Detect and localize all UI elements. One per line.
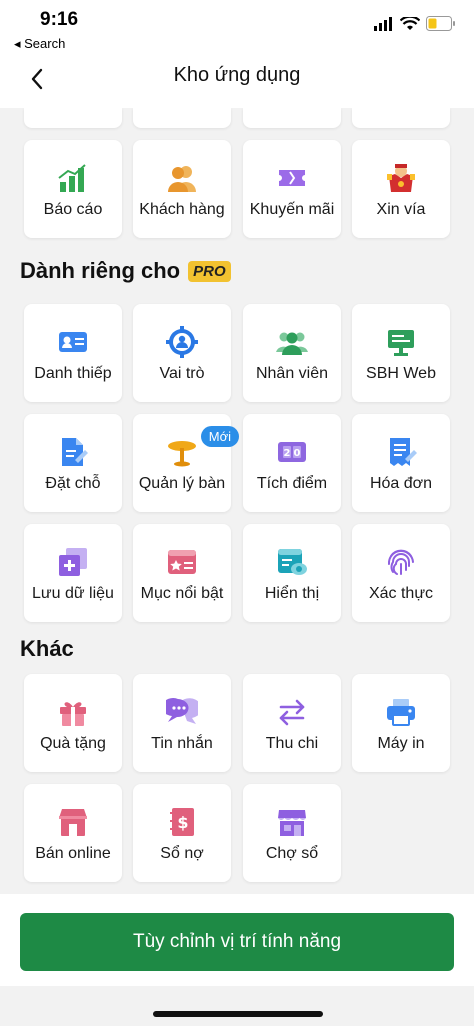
- section-title-pro: Dành riêng cho PRO: [20, 258, 231, 284]
- feature-card-tich-diem[interactable]: 20 Tích điểm: [243, 414, 341, 512]
- chat-icon: [166, 698, 198, 724]
- feature-label: Hiển thị: [264, 585, 320, 602]
- signal-icon: [374, 16, 392, 31]
- feature-card-may-in[interactable]: Máy in: [352, 674, 450, 772]
- god-of-wealth-icon: [387, 164, 415, 192]
- market-icon: [278, 810, 306, 836]
- feature-label: Khuyến mãi: [249, 201, 335, 218]
- feature-label: Thu chi: [265, 735, 319, 752]
- customers-icon: [168, 166, 196, 192]
- svg-text:2: 2: [284, 448, 291, 459]
- feature-card-cho-so[interactable]: Chợ sổ: [243, 784, 341, 882]
- svg-text:$: $: [177, 813, 188, 832]
- feature-label: Xin vía: [376, 201, 426, 218]
- feature-label: Mục nổi bật: [140, 585, 224, 602]
- feature-label: Xác thực: [368, 585, 434, 602]
- featured-icon: [168, 550, 196, 574]
- new-badge: Mới: [200, 426, 239, 447]
- feature-label: Sổ nợ: [160, 845, 204, 862]
- section-title-other: Khác: [20, 636, 74, 662]
- transfer-arrows-icon: [279, 699, 305, 726]
- feature-card-khach-hang[interactable]: Khách hàng: [133, 140, 231, 238]
- feature-card-sbh-web[interactable]: SBH Web: [352, 304, 450, 402]
- feature-label: Lưu dữ liệu: [32, 585, 114, 602]
- page-title: Kho ứng dụng: [173, 64, 301, 86]
- role-gear-icon: [166, 326, 198, 358]
- bottom-action-bar: Tùy chỉnh vị trí tính năng: [0, 894, 474, 986]
- app-store-content[interactable]: Báo cáo Khách hàng Khuyến mãi Xin vía Dà…: [0, 108, 474, 894]
- feature-card-khuyen-mai[interactable]: Khuyến mãi: [243, 140, 341, 238]
- feature-card-bao-cao[interactable]: Báo cáo: [24, 140, 122, 238]
- partial-card[interactable]: [24, 108, 122, 128]
- feature-card-hoa-don[interactable]: Hóa đơn: [352, 414, 450, 512]
- pro-badge: PRO: [188, 260, 231, 282]
- feature-label: Vai trò: [159, 365, 205, 382]
- bar-chart-icon: [58, 164, 86, 192]
- feature-label: Quản lý bàn: [138, 475, 226, 492]
- battery-icon: [426, 16, 455, 31]
- home-indicator[interactable]: [153, 1011, 323, 1017]
- feature-label: Quà tặng: [40, 735, 106, 752]
- feature-card-tin-nhan[interactable]: Tin nhắn: [133, 674, 231, 772]
- table-icon: [168, 441, 196, 467]
- display-eye-icon: [278, 549, 307, 575]
- feature-label: Danh thiếp: [34, 365, 112, 382]
- printer-icon: [387, 699, 415, 726]
- feature-label: Chợ sổ: [265, 845, 319, 862]
- status-icons: [374, 16, 456, 31]
- feature-card-hien-thi[interactable]: Hiển thị: [243, 524, 341, 622]
- feature-label: SBH Web: [366, 365, 436, 382]
- feature-label: Khách hàng: [139, 201, 225, 218]
- ticket-icon: [279, 170, 305, 186]
- partial-card[interactable]: [133, 108, 231, 128]
- feature-label: Bán online: [35, 845, 111, 862]
- web-monitor-icon: [388, 330, 414, 356]
- debt-book-icon: $: [170, 808, 194, 836]
- back-to-search-link[interactable]: ◂ Search: [14, 36, 65, 52]
- feature-label: Máy in: [377, 735, 425, 752]
- feature-label: Đặt chỗ: [45, 475, 101, 492]
- customize-features-button[interactable]: Tùy chỉnh vị trí tính năng: [20, 913, 454, 971]
- feature-card-danh-thiep[interactable]: Danh thiếp: [24, 304, 122, 402]
- feature-label: Tích điểm: [256, 475, 328, 492]
- feature-card-ban-online[interactable]: Bán online: [24, 784, 122, 882]
- svg-text:0: 0: [294, 448, 301, 459]
- feature-card-quan-ly-ban[interactable]: Quản lý bàn Mới: [133, 414, 239, 512]
- partial-card[interactable]: [243, 108, 341, 128]
- feature-card-vai-tro[interactable]: Vai trò: [133, 304, 231, 402]
- status-bar: 9:16 ◂ Search: [0, 0, 474, 56]
- employees-icon: [276, 332, 308, 355]
- booking-document-icon: [62, 438, 88, 466]
- section-title-text: Khác: [20, 636, 74, 661]
- feature-label: Tin nhắn: [151, 735, 213, 752]
- feature-card-qua-tang[interactable]: Quà tặng: [24, 674, 122, 772]
- feature-label: Nhân viên: [255, 365, 329, 382]
- fingerprint-icon: [387, 549, 414, 575]
- feature-card-xac-thuc[interactable]: Xác thực: [352, 524, 450, 622]
- feature-card-dat-cho[interactable]: Đặt chỗ: [24, 414, 122, 512]
- feature-card-nhan-vien[interactable]: Nhân viên: [243, 304, 341, 402]
- nav-bar: Kho ứng dụng: [0, 56, 474, 108]
- feature-label: Hóa đơn: [369, 475, 433, 492]
- status-time: 9:16: [40, 9, 79, 30]
- partial-card[interactable]: [352, 108, 450, 128]
- feature-card-thu-chi[interactable]: Thu chi: [243, 674, 341, 772]
- feature-card-so-no[interactable]: $ Sổ nợ: [133, 784, 231, 882]
- feature-card-xin-via[interactable]: Xin vía: [352, 140, 450, 238]
- wifi-icon: [400, 16, 420, 30]
- section-title-text: Dành riêng cho: [20, 258, 181, 283]
- feature-label: Báo cáo: [43, 201, 103, 218]
- feature-card-luu-du-lieu[interactable]: Lưu dữ liệu: [24, 524, 122, 622]
- gift-icon: [60, 702, 86, 726]
- feature-card-muc-noi-bat[interactable]: Mục nổi bật: [133, 524, 231, 622]
- business-card-icon: [59, 332, 87, 352]
- invoice-icon: [390, 438, 417, 466]
- save-data-icon: [59, 548, 87, 576]
- online-store-icon: [59, 809, 87, 836]
- points-icon: 20: [278, 442, 306, 462]
